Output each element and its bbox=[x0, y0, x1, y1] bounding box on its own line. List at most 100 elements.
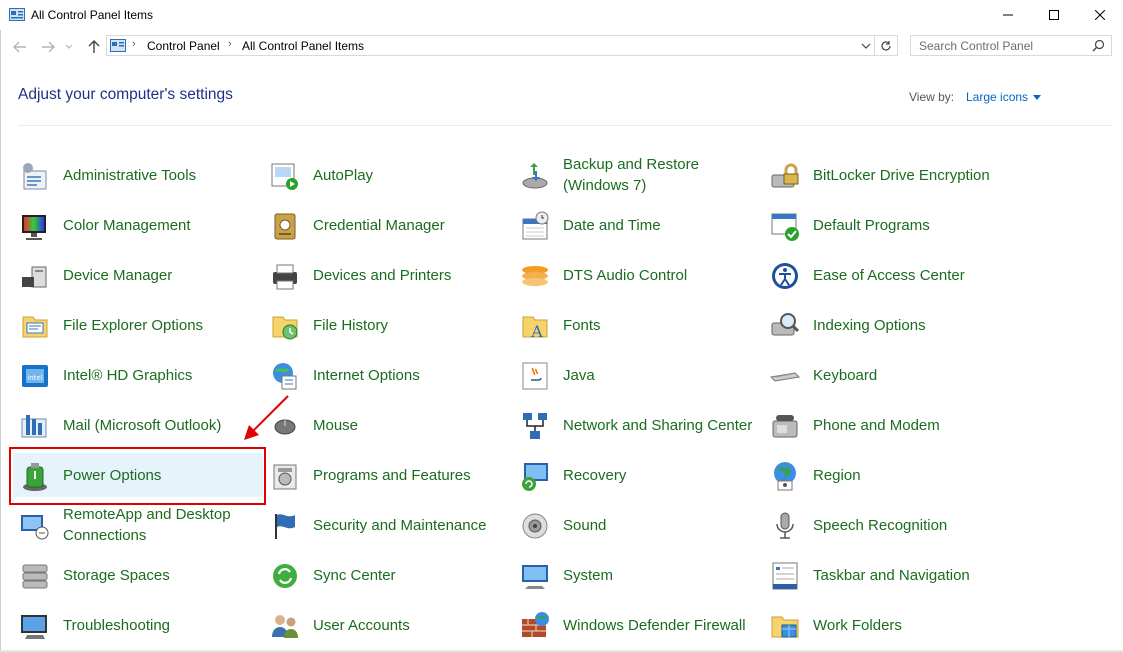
item-region[interactable]: Region bbox=[768, 453, 1018, 497]
close-icon bbox=[1095, 10, 1105, 20]
minimize-button[interactable] bbox=[985, 0, 1031, 30]
item-label: Sync Center bbox=[313, 566, 396, 584]
item-label: Troubleshooting bbox=[63, 616, 171, 634]
speech-recognition-icon bbox=[768, 509, 802, 543]
item-troubleshooting[interactable]: Troubleshooting bbox=[18, 603, 268, 647]
remoteapp-icon bbox=[18, 509, 52, 543]
tools-icon bbox=[18, 159, 52, 193]
chevron-down-icon[interactable] bbox=[861, 41, 871, 51]
item-recovery[interactable]: Recovery bbox=[518, 453, 768, 497]
item-devices-and-printers[interactable]: Devices and Printers bbox=[268, 253, 518, 297]
item-label: Security and Maintenance bbox=[313, 516, 487, 534]
item-label: Devices and Printers bbox=[313, 266, 452, 284]
red-arrow-annotation bbox=[244, 395, 289, 440]
svg-text:A: A bbox=[530, 322, 543, 341]
item-label: Region bbox=[813, 466, 861, 484]
item-bitlocker-drive-encryption[interactable]: BitLocker Drive Encryption bbox=[768, 153, 1018, 197]
back-button[interactable] bbox=[12, 39, 28, 55]
item-speech-recognition[interactable]: Speech Recognition bbox=[768, 503, 1018, 547]
mail-icon bbox=[18, 409, 52, 443]
network-sharing-icon bbox=[518, 409, 552, 443]
work-folders-icon bbox=[768, 609, 802, 643]
close-button[interactable] bbox=[1077, 0, 1123, 30]
item-remoteapp-and-desktop-connections[interactable]: RemoteApp and Desktop Connections bbox=[18, 503, 268, 547]
item-label: Storage Spaces bbox=[63, 566, 170, 584]
item-device-manager[interactable]: Device Manager bbox=[18, 253, 268, 297]
item-phone-and-modem[interactable]: Phone and Modem bbox=[768, 403, 1018, 447]
arrow-up-icon bbox=[88, 40, 100, 53]
default-programs-icon bbox=[768, 209, 802, 243]
backup-restore-icon bbox=[518, 159, 552, 193]
breadcrumb-control-panel[interactable]: Control Panel bbox=[147, 39, 220, 53]
recent-locations-button[interactable] bbox=[64, 39, 74, 55]
item-mouse[interactable]: Mouse bbox=[268, 403, 518, 447]
item-file-explorer-options[interactable]: File Explorer Options bbox=[18, 303, 268, 347]
item-sound[interactable]: Sound bbox=[518, 503, 768, 547]
item-administrative-tools[interactable]: Administrative Tools bbox=[18, 153, 268, 197]
item-label: Taskbar and Navigation bbox=[813, 566, 970, 584]
search-icon[interactable] bbox=[1092, 39, 1105, 52]
item-label: Mouse bbox=[313, 416, 359, 434]
printer-icon bbox=[268, 259, 302, 293]
maximize-button[interactable] bbox=[1031, 0, 1077, 30]
item-label: User Accounts bbox=[313, 616, 410, 634]
item-storage-spaces[interactable]: Storage Spaces bbox=[18, 553, 268, 597]
item-network-and-sharing-center[interactable]: Network and Sharing Center bbox=[518, 403, 768, 447]
security-flag-icon bbox=[268, 509, 302, 543]
item-label: Intel® HD Graphics bbox=[63, 366, 193, 384]
item-security-and-maintenance[interactable]: Security and Maintenance bbox=[268, 503, 518, 547]
item-label: Internet Options bbox=[313, 366, 420, 384]
refresh-icon bbox=[881, 40, 891, 51]
item-file-history[interactable]: File History bbox=[268, 303, 518, 347]
item-backup-and-restore-windows-7[interactable]: Backup and Restore (Windows 7) bbox=[518, 153, 768, 197]
folder-options-icon bbox=[18, 309, 52, 343]
up-button[interactable] bbox=[86, 39, 102, 55]
item-mail-microsoft-outlook[interactable]: Mail (Microsoft Outlook) bbox=[18, 403, 268, 447]
breadcrumb-all-items[interactable]: All Control Panel Items bbox=[242, 39, 364, 53]
item-date-and-time[interactable]: Date and Time bbox=[518, 203, 768, 247]
indexing-options-icon bbox=[768, 309, 802, 343]
item-internet-options[interactable]: Internet Options bbox=[268, 353, 518, 397]
item-keyboard[interactable]: Keyboard bbox=[768, 353, 1018, 397]
arrow-left-icon bbox=[13, 41, 26, 53]
item-sync-center[interactable]: Sync Center bbox=[268, 553, 518, 597]
color-management-icon bbox=[18, 209, 52, 243]
page-title: Adjust your computer's settings bbox=[18, 86, 233, 103]
item-fonts[interactable]: A Fonts bbox=[518, 303, 768, 347]
item-work-folders[interactable]: Work Folders bbox=[768, 603, 1018, 647]
item-user-accounts[interactable]: User Accounts bbox=[268, 603, 518, 647]
bitlocker-icon bbox=[768, 159, 802, 193]
item-java[interactable]: Java bbox=[518, 353, 768, 397]
view-by-dropdown[interactable]: Large icons bbox=[966, 90, 1042, 104]
taskbar-icon bbox=[768, 559, 802, 593]
item-dts-audio-control[interactable]: DTS Audio Control bbox=[518, 253, 768, 297]
item-label: RemoteApp and Desktop Connections bbox=[63, 506, 231, 544]
address-bar[interactable]: › Control Panel › All Control Panel Item… bbox=[106, 35, 898, 56]
search-input[interactable]: Search Control Panel bbox=[910, 35, 1112, 56]
forward-button[interactable] bbox=[40, 39, 56, 55]
item-indexing-options[interactable]: Indexing Options bbox=[768, 303, 1018, 347]
item-label: Recovery bbox=[563, 466, 627, 484]
java-icon bbox=[518, 359, 552, 393]
item-label: Java bbox=[563, 366, 595, 384]
item-default-programs[interactable]: Default Programs bbox=[768, 203, 1018, 247]
item-credential-manager[interactable]: Credential Manager bbox=[268, 203, 518, 247]
highlight-box bbox=[9, 447, 266, 505]
item-intel-hd-graphics[interactable]: intel Intel® HD Graphics bbox=[18, 353, 268, 397]
item-label: Keyboard bbox=[813, 366, 878, 384]
item-label: Date and Time bbox=[563, 216, 661, 234]
item-color-management[interactable]: Color Management bbox=[18, 203, 268, 247]
keyboard-icon bbox=[768, 359, 802, 393]
file-history-icon bbox=[268, 309, 302, 343]
item-system[interactable]: System bbox=[518, 553, 768, 597]
item-windows-defender-firewall[interactable]: Windows Defender Firewall bbox=[518, 603, 768, 647]
item-label: Administrative Tools bbox=[63, 166, 197, 184]
item-ease-of-access-center[interactable]: Ease of Access Center bbox=[768, 253, 1018, 297]
item-autoplay[interactable]: AutoPlay bbox=[268, 153, 518, 197]
refresh-button[interactable] bbox=[874, 36, 897, 55]
item-programs-and-features[interactable]: Programs and Features bbox=[268, 453, 518, 497]
item-taskbar-and-navigation[interactable]: Taskbar and Navigation bbox=[768, 553, 1018, 597]
intel-graphics-icon: intel bbox=[18, 359, 52, 393]
control-panel-icon bbox=[9, 8, 25, 21]
sync-center-icon bbox=[268, 559, 302, 593]
